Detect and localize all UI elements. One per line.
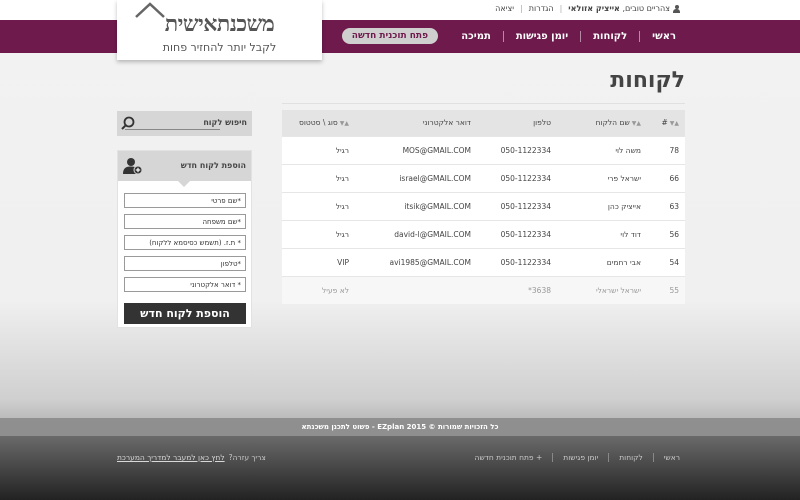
footer-copyright-bar: כל הזכויות שמורות © 2015 EZplan - פשוט ל… bbox=[0, 418, 800, 436]
cell-status: רגיל bbox=[282, 163, 355, 192]
cell-phone: 050-1122334 bbox=[477, 163, 557, 192]
footer-link-new-plan[interactable]: + פתח תוכנית חדשה bbox=[475, 453, 543, 462]
add-customer-button[interactable]: הוספת לקוח חדש bbox=[124, 303, 246, 324]
footer-divider bbox=[608, 453, 610, 462]
logo-title: משכנתאישית bbox=[164, 11, 275, 36]
logo[interactable]: משכנתאישית לקבל יותר להחזיר פחות bbox=[117, 0, 322, 60]
cell-email: david-l@GMAIL.COM bbox=[355, 219, 477, 248]
add-customer-header: הוספת לקוח חדש bbox=[118, 151, 251, 187]
email-field[interactable] bbox=[124, 277, 246, 292]
last-name-field[interactable] bbox=[124, 214, 246, 229]
cell-name: משה לוי bbox=[557, 135, 647, 164]
search-input[interactable] bbox=[125, 117, 220, 130]
cell-phone: 3638* bbox=[477, 275, 557, 304]
logo-tagline: לקבל יותר להחזיר פחות bbox=[162, 41, 277, 54]
nav-item-calendar[interactable]: יומן פגישות bbox=[512, 31, 572, 42]
cell-phone: 050-1122334 bbox=[477, 191, 557, 220]
user-name: אייציק אזולאי bbox=[568, 4, 620, 13]
cell-email: MOS@GMAIL.COM bbox=[355, 135, 477, 164]
cell-name: ישראל פרי bbox=[557, 163, 647, 192]
table-row[interactable]: 66 ישראל פרי 050-1122334 israel@GMAIL.CO… bbox=[282, 163, 685, 192]
cell-status: רגיל bbox=[282, 135, 355, 164]
column-header-number[interactable]: ▲▼# bbox=[647, 110, 685, 136]
footer-divider bbox=[652, 453, 654, 462]
nav-item-support[interactable]: תמיכה bbox=[457, 31, 495, 42]
cell-email: israel@GMAIL.COM bbox=[355, 163, 477, 192]
first-name-field[interactable] bbox=[124, 193, 246, 208]
help-section: צריך עזרה? לחץ כאן למעבר למדריך המערכת bbox=[117, 453, 266, 462]
logout-link[interactable]: יציאה bbox=[495, 4, 514, 13]
footer-nav: ראשי לקוחות יומן פגישות + פתח תוכנית חדש… bbox=[475, 453, 680, 462]
cell-id: 66 bbox=[647, 163, 685, 192]
cell-name: דוד לוי bbox=[557, 219, 647, 248]
cell-email: avi1985@GMAIL.COM bbox=[355, 247, 477, 276]
footer-link-calendar[interactable]: יומן פגישות bbox=[563, 453, 598, 462]
cell-status: רגיל bbox=[282, 219, 355, 248]
cell-status: לא פעיל bbox=[282, 275, 355, 304]
cell-id: 55 bbox=[647, 275, 685, 304]
cell-phone: 050-1122334 bbox=[477, 247, 557, 276]
id-number-field[interactable] bbox=[124, 235, 246, 250]
search-icon[interactable] bbox=[121, 116, 135, 130]
divider: | bbox=[559, 4, 563, 13]
table-row[interactable]: 56 דוד לוי 050-1122334 david-l@GMAIL.COM… bbox=[282, 219, 685, 248]
user-icon bbox=[673, 4, 680, 13]
footer-link-customers[interactable]: לקוחות bbox=[619, 453, 643, 462]
table-row[interactable]: 78 משה לוי 050-1122334 MOS@GMAIL.COM רגי… bbox=[282, 135, 685, 164]
cell-status: VIP bbox=[282, 247, 355, 276]
footer: ראשי לקוחות יומן פגישות + פתח תוכנית חדש… bbox=[0, 436, 800, 500]
copyright-text: כל הזכויות שמורות © 2015 EZplan - פשוט ל… bbox=[301, 423, 499, 431]
column-header-email[interactable]: דואר אלקטרוני bbox=[355, 110, 477, 136]
nav-divider bbox=[502, 31, 504, 42]
customers-table: ▲▼# ▲▼שם הלקוח טלפון דואר אלקטרוני ▲▼סוג… bbox=[282, 110, 685, 304]
cell-phone: 050-1122334 bbox=[477, 219, 557, 248]
help-guide-link[interactable]: לחץ כאן למעבר למדריך המערכת bbox=[117, 453, 225, 462]
help-label: צריך עזרה? bbox=[228, 453, 266, 462]
sort-icon: ▲▼ bbox=[631, 120, 641, 128]
cell-name: ישראל ישראלי bbox=[557, 275, 647, 304]
greeting-text: צהריים טובים, אייציק אזולאי bbox=[568, 4, 680, 13]
cell-name: אבי רחמים bbox=[557, 247, 647, 276]
cell-name: אייציק כהן bbox=[557, 191, 647, 220]
footer-divider bbox=[552, 453, 554, 462]
cell-id: 63 bbox=[647, 191, 685, 220]
panel-pointer bbox=[178, 181, 190, 187]
nav-items: ראשי לקוחות יומן פגישות תמיכה bbox=[457, 20, 680, 53]
sort-icon: ▲▼ bbox=[339, 120, 349, 128]
cell-status: רגיל bbox=[282, 191, 355, 220]
title-divider bbox=[282, 103, 685, 104]
add-user-icon bbox=[123, 158, 143, 175]
phone-field[interactable] bbox=[124, 256, 246, 271]
settings-link[interactable]: הגדרות bbox=[529, 4, 554, 13]
cell-id: 78 bbox=[647, 135, 685, 164]
table-row[interactable]: 63 אייציק כהן 050-1122334 itsik@GMAIL.CO… bbox=[282, 191, 685, 220]
cell-id: 54 bbox=[647, 247, 685, 276]
nav-divider bbox=[580, 31, 582, 42]
cell-email bbox=[355, 275, 477, 304]
nav-divider bbox=[639, 31, 641, 42]
page-title: לקוחות bbox=[610, 68, 685, 93]
nav-item-customers[interactable]: לקוחות bbox=[589, 31, 631, 42]
table-row[interactable]: 55 ישראל ישראלי 3638* לא פעיל bbox=[282, 275, 685, 304]
sort-icon: ▲▼ bbox=[669, 120, 679, 128]
add-customer-panel: הוספת לקוח חדש הוספת לקוח חדש bbox=[117, 150, 252, 328]
cell-email: itsik@GMAIL.COM bbox=[355, 191, 477, 220]
column-header-phone[interactable]: טלפון bbox=[477, 110, 557, 136]
new-plan-button[interactable]: פתח תוכנית חדשה bbox=[341, 28, 438, 44]
divider: | bbox=[520, 4, 523, 13]
cell-id: 56 bbox=[647, 219, 685, 248]
cell-phone: 050-1122334 bbox=[477, 135, 557, 164]
add-customer-title: הוספת לקוח חדש bbox=[180, 161, 246, 170]
column-header-status[interactable]: ▲▼סוג \ סטטוס bbox=[282, 110, 355, 136]
customer-search: חיפוש לקוח bbox=[117, 111, 252, 136]
footer-link-home[interactable]: ראשי bbox=[664, 453, 680, 462]
column-header-name[interactable]: ▲▼שם הלקוח bbox=[557, 110, 647, 136]
table-row[interactable]: 54 אבי רחמים 050-1122334 avi1985@GMAIL.C… bbox=[282, 247, 685, 276]
table-header-row: ▲▼# ▲▼שם הלקוח טלפון דואר אלקטרוני ▲▼סוג… bbox=[282, 110, 685, 136]
user-links: צהריים טובים, אייציק אזולאי | הגדרות | י… bbox=[495, 4, 680, 13]
nav-item-home[interactable]: ראשי bbox=[648, 31, 680, 42]
